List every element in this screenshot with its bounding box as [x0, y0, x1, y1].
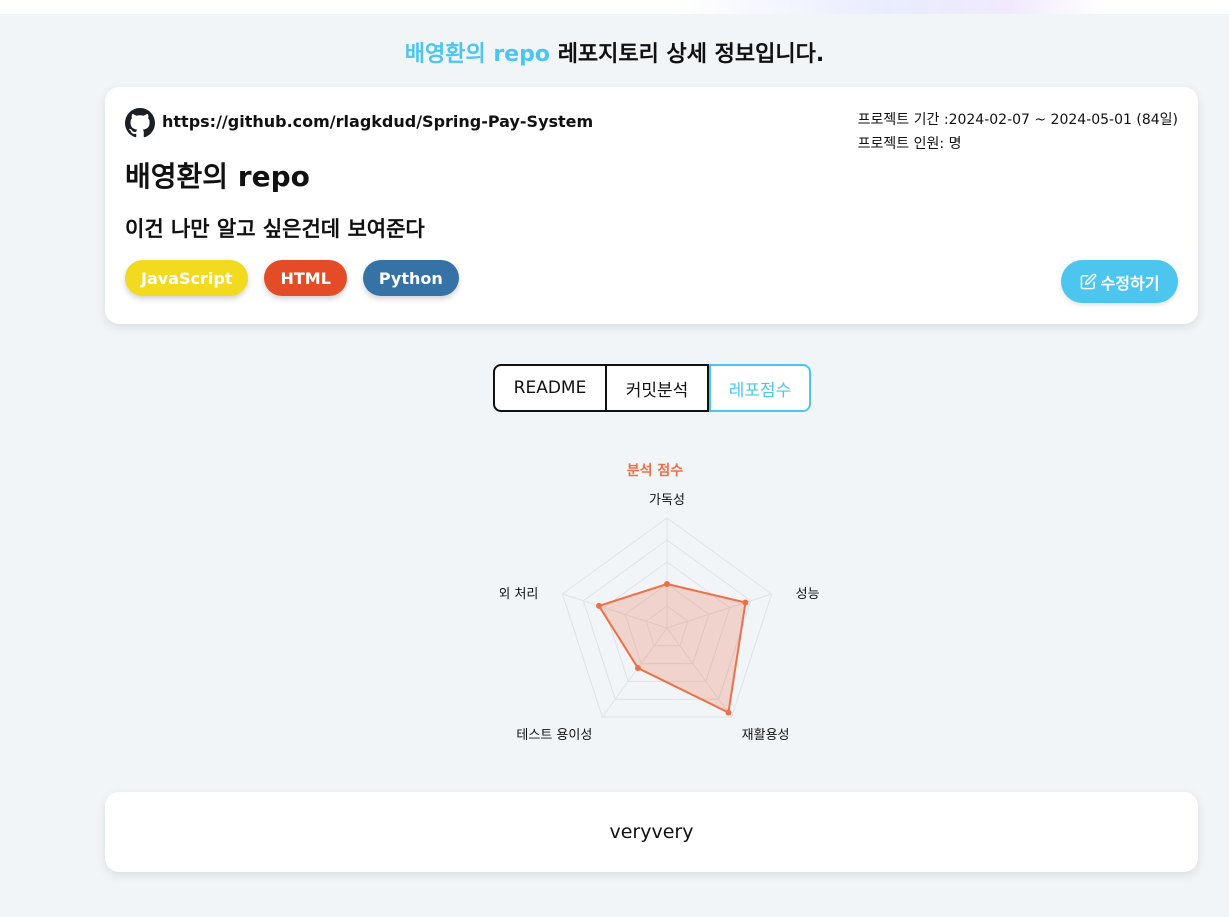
project-members: 프로젝트 인원: 명: [857, 136, 962, 152]
radar-point-2: [742, 599, 749, 606]
github-icon[interactable]: [125, 108, 155, 138]
radar-svg: 가독성성능재활용성 테스트 용이성 예외 처리: [500, 493, 820, 740]
project-period: 프로젝트 기간 :2024-02-07 ~ 2024-05-01 (84일): [857, 112, 1178, 128]
heading-suffix: 레포지토리 상세 정보입니다.: [557, 42, 825, 67]
radar-axis-label-4: 테스트 용이성: [516, 728, 592, 740]
tag-javascript: JavaScript: [125, 260, 249, 296]
tag-python: Python: [362, 260, 459, 296]
page-heading: 배영환의 repo 레포지토리 상세 정보입니다.: [0, 36, 1229, 68]
edit-icon: [1080, 273, 1096, 290]
tab-readme[interactable]: README: [493, 364, 607, 412]
repo-title: 배영환의 repo: [125, 160, 310, 193]
score-radar-chart: 분석 점수 가독성성능재활용성테스트 용이성예외 처리: [500, 450, 820, 740]
score-comment-text: veryvery: [609, 821, 694, 843]
radar-point-5: [595, 602, 602, 609]
heading-owner-name: 배영환의 repo: [404, 42, 551, 67]
tab-repo-score[interactable]: 레포점수: [709, 364, 811, 412]
browser-top-strip: [0, 0, 1229, 14]
edit-button[interactable]: 수정하기: [1061, 260, 1178, 303]
radar-point-3: [725, 709, 732, 716]
repo-url-link[interactable]: https://github.com/rlagkdud/Spring-Pay-S…: [162, 112, 593, 131]
radar-axis-label-1: 가독성: [649, 493, 685, 508]
radar-axis-label-3: 재활용성: [742, 728, 790, 740]
radar-axis-label-2: 성능: [796, 587, 820, 602]
radar-point-1: [664, 581, 670, 587]
radar-point-4: [634, 665, 641, 672]
repo-description: 이건 나만 알고 싶은건데 보여준다: [125, 217, 425, 241]
tag-html: HTML: [264, 260, 347, 296]
project-meta: 프로젝트 기간 :2024-02-07 ~ 2024-05-01 (84일) 프…: [858, 108, 1178, 156]
radar-axis-label-5: 예외 처리: [500, 587, 538, 602]
score-comment-card: veryvery: [105, 792, 1198, 872]
edit-button-label: 수정하기: [1100, 275, 1160, 293]
radar-data-area: [597, 582, 747, 715]
language-tags: JavaScript HTML Python: [125, 260, 459, 296]
tab-commit-analysis[interactable]: 커밋분석: [607, 364, 709, 412]
tab-bar: README 커밋분석 레포점수: [493, 364, 811, 412]
top-strip-gradient: [0, 0, 1229, 14]
repo-info-card: https://github.com/rlagkdud/Spring-Pay-S…: [105, 87, 1198, 324]
